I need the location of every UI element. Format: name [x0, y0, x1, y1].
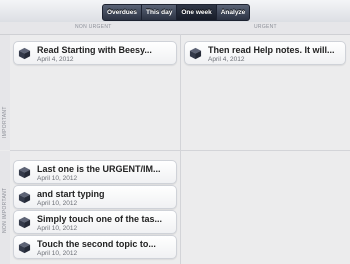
task-title: Touch the second topic to...	[37, 239, 156, 249]
segment-overdues[interactable]: Overdues	[103, 5, 141, 20]
task-title: Read Starting with Beesy...	[37, 45, 152, 55]
task-date: April 4, 2012	[208, 56, 245, 63]
task-date: April 10, 2012	[37, 200, 78, 207]
side-bar-important: IMPORTANT	[0, 35, 10, 150]
task-title: Simply touch one of the tas...	[37, 214, 163, 224]
segment-analyze[interactable]: Analyze	[215, 5, 250, 20]
task-date: April 10, 2012	[37, 250, 78, 257]
quadrant-divider-vertical	[180, 34, 181, 264]
view-segmented-control: Overdues This day One week Analyze	[102, 4, 251, 21]
cube-icon	[18, 241, 31, 254]
task-title: and start typing	[37, 189, 105, 199]
task-card[interactable]: Simply touch one of the tas... April 10,…	[13, 210, 177, 234]
task-card[interactable]: Read Starting with Beesy... April 4, 201…	[13, 41, 177, 65]
task-date: April 4, 2012	[37, 56, 74, 63]
task-title: Then read Help notes. It will...	[208, 45, 335, 55]
cube-icon	[18, 191, 31, 204]
task-title: Last one is the URGENT/IM...	[37, 164, 161, 174]
task-card[interactable]: and start typing April 10, 2012	[13, 185, 177, 209]
cube-icon	[189, 47, 202, 60]
header-non-urgent: NON URGENT	[75, 24, 112, 30]
cube-icon	[18, 47, 31, 60]
segment-one-week[interactable]: One week	[176, 5, 216, 20]
cube-icon	[18, 216, 31, 229]
header-urgent: URGENT	[254, 24, 277, 30]
segment-this-day[interactable]: This day	[141, 5, 176, 20]
task-card[interactable]: Then read Help notes. It will... April 4…	[184, 41, 346, 65]
task-card[interactable]: Last one is the URGENT/IM... April 10, 2…	[13, 160, 177, 184]
column-header-bar: NON URGENT URGENT	[0, 22, 350, 35]
task-date: April 10, 2012	[37, 225, 78, 232]
side-bar-non-important: NON IMPORTANT	[0, 151, 10, 264]
top-toolbar: Overdues This day One week Analyze	[0, 0, 350, 23]
quadrant-divider-horizontal	[10, 150, 350, 151]
label-non-important: NON IMPORTANT	[2, 187, 8, 233]
label-important: IMPORTANT	[2, 106, 8, 138]
task-card[interactable]: Touch the second topic to... April 10, 2…	[13, 235, 177, 259]
cube-icon	[18, 166, 31, 179]
task-date: April 10, 2012	[37, 175, 78, 182]
